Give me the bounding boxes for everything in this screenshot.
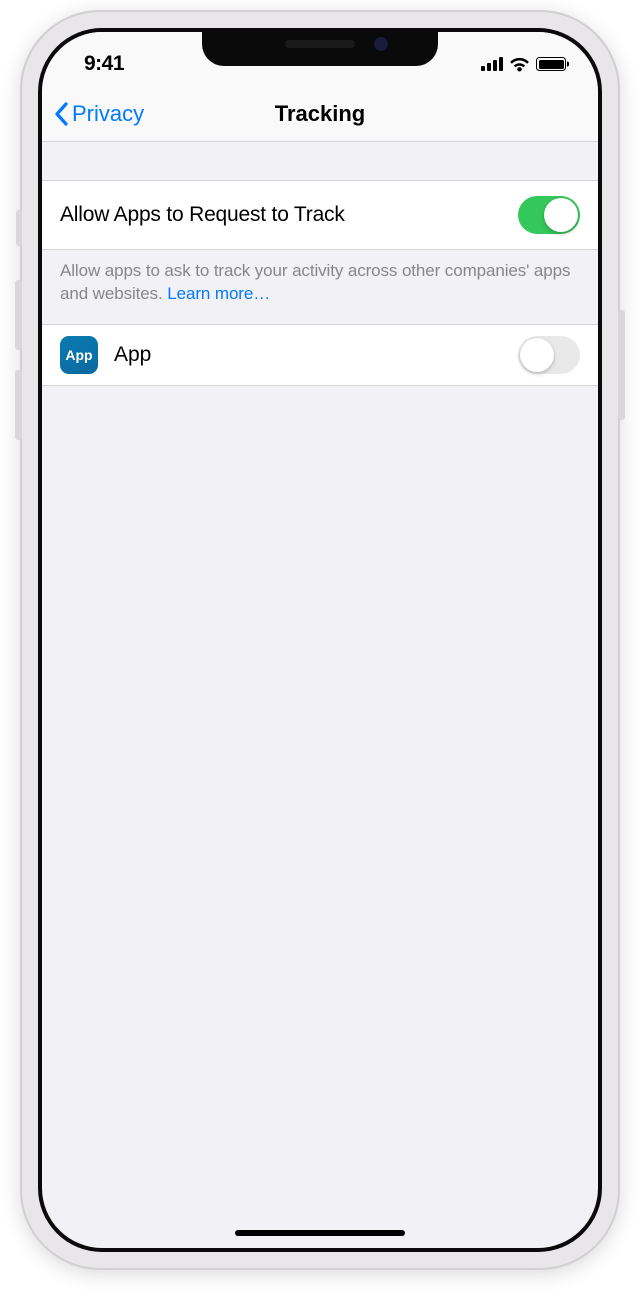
volume-down-button[interactable] — [15, 370, 22, 440]
app-icon: App — [60, 336, 98, 374]
allow-request-footer: Allow apps to ask to track your activity… — [42, 250, 598, 324]
app-name: App — [114, 343, 502, 367]
notch — [202, 28, 438, 66]
content: Allow Apps to Request to Track Allow app… — [42, 142, 598, 386]
footer-text: Allow apps to ask to track your activity… — [60, 261, 570, 303]
home-indicator[interactable] — [235, 1230, 405, 1236]
wifi-icon — [509, 57, 530, 72]
chevron-left-icon — [54, 102, 68, 126]
nav-bar: Privacy Tracking — [42, 86, 598, 142]
volume-up-button[interactable] — [15, 280, 22, 350]
mute-switch[interactable] — [16, 210, 22, 246]
phone-frame: 9:41 — [20, 10, 620, 1270]
back-label: Privacy — [72, 101, 144, 127]
battery-icon — [536, 57, 566, 71]
app-tracking-toggle[interactable] — [518, 336, 580, 374]
back-button[interactable]: Privacy — [54, 101, 144, 127]
learn-more-link[interactable]: Learn more… — [167, 284, 270, 303]
allow-request-row: Allow Apps to Request to Track — [42, 180, 598, 250]
allow-request-label: Allow Apps to Request to Track — [60, 203, 345, 227]
screen: 9:41 — [42, 32, 598, 1248]
allow-request-toggle[interactable] — [518, 196, 580, 234]
status-icons — [481, 57, 566, 72]
power-button[interactable] — [618, 310, 625, 420]
phone-bezel: 9:41 — [38, 28, 602, 1252]
status-time: 9:41 — [84, 52, 124, 76]
cellular-icon — [481, 57, 503, 71]
app-row: App App — [42, 324, 598, 386]
